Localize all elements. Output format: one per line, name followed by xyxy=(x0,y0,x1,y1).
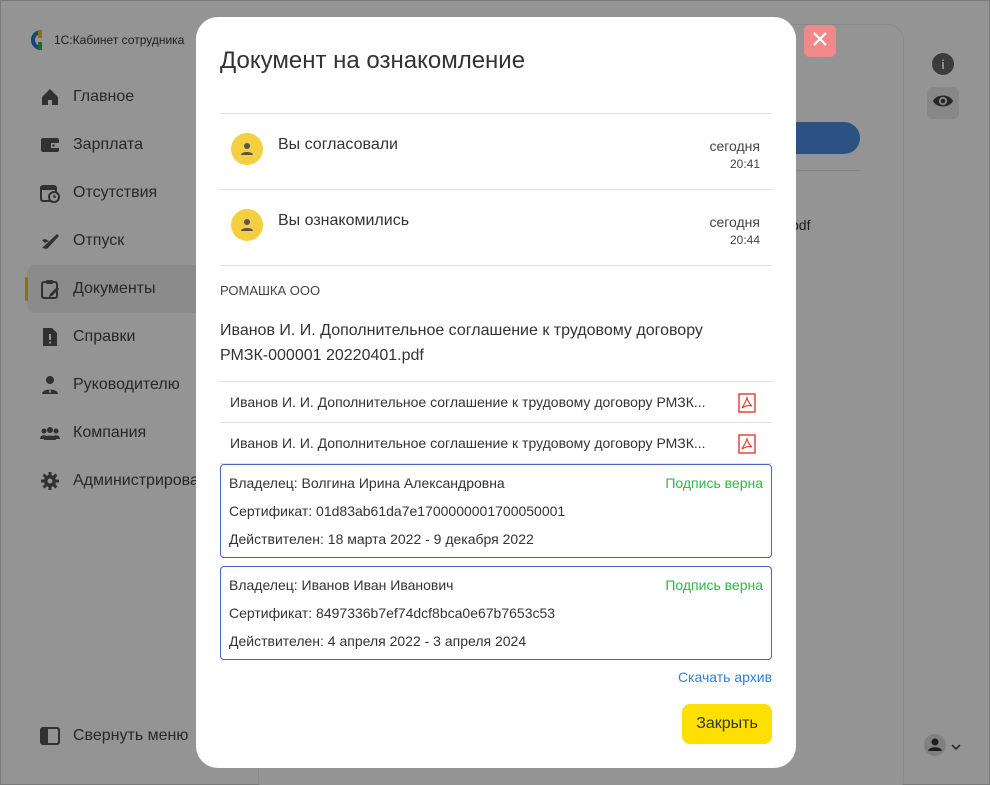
history-item: Вы ознакомились сегодня 20:44 xyxy=(220,190,772,266)
person-icon xyxy=(241,219,253,231)
history-date: сегодня xyxy=(709,138,760,154)
history-time: 20:41 xyxy=(729,157,760,171)
signature-card: Владелец: Волгина Ирина Александровна По… xyxy=(220,464,772,558)
file-name[interactable]: Иванов И. И. Дополнительное соглашение к… xyxy=(230,394,715,410)
signature-certificate: Сертификат: 01d83ab61da7e170000000170005… xyxy=(229,503,566,519)
signature-owner: Владелец: Волгина Ирина Александровна xyxy=(229,475,505,491)
file-list: Иванов И. И. Дополнительное соглашение к… xyxy=(220,381,772,464)
document-title: Иванов И. И. Дополнительное соглашение к… xyxy=(220,322,703,364)
person-icon xyxy=(241,143,253,155)
organization-name: РОМАШКА ООО xyxy=(220,283,321,298)
document-modal: Документ на ознакомление Вы согласовали … xyxy=(196,17,796,768)
file-name[interactable]: Иванов И. И. Дополнительное соглашение к… xyxy=(230,435,715,451)
file-row[interactable]: Иванов И. И. Дополнительное соглашение к… xyxy=(220,382,772,423)
signature-status: Подпись верна xyxy=(665,577,763,593)
signature-validity: Действителен: 18 марта 2022 - 9 декабря … xyxy=(229,531,534,547)
user-avatar xyxy=(231,133,263,165)
signature-card: Владелец: Иванов Иван Иванович Подпись в… xyxy=(220,566,772,660)
modal-close-x-button[interactable] xyxy=(804,25,836,57)
file-row[interactable]: Иванов И. И. Дополнительное соглашение к… xyxy=(220,423,772,464)
history-date: сегодня xyxy=(709,214,760,230)
approval-history: Вы согласовали сегодня 20:41 Вы ознакоми… xyxy=(220,113,772,266)
close-icon xyxy=(812,31,828,52)
user-avatar xyxy=(231,209,263,241)
history-text: Вы ознакомились xyxy=(278,212,410,229)
download-archive-link[interactable]: Скачать архив xyxy=(678,669,772,685)
signature-status: Подпись верна xyxy=(665,475,763,491)
history-text: Вы согласовали xyxy=(278,136,398,153)
close-button[interactable]: Закрыть xyxy=(682,704,772,744)
signature-certificate: Сертификат: 8497336b7ef74dcf8bca0e67b765… xyxy=(229,605,556,621)
modal-title: Документ на ознакомление xyxy=(220,47,526,74)
history-item: Вы согласовали сегодня 20:41 xyxy=(220,114,772,190)
signature-validity: Действителен: 4 апреля 2022 - 3 апреля 2… xyxy=(229,633,527,649)
signature-owner: Владелец: Иванов Иван Иванович xyxy=(229,577,454,593)
pdf-icon[interactable] xyxy=(738,434,756,454)
pdf-icon[interactable] xyxy=(738,393,756,413)
history-time: 20:44 xyxy=(729,233,760,247)
